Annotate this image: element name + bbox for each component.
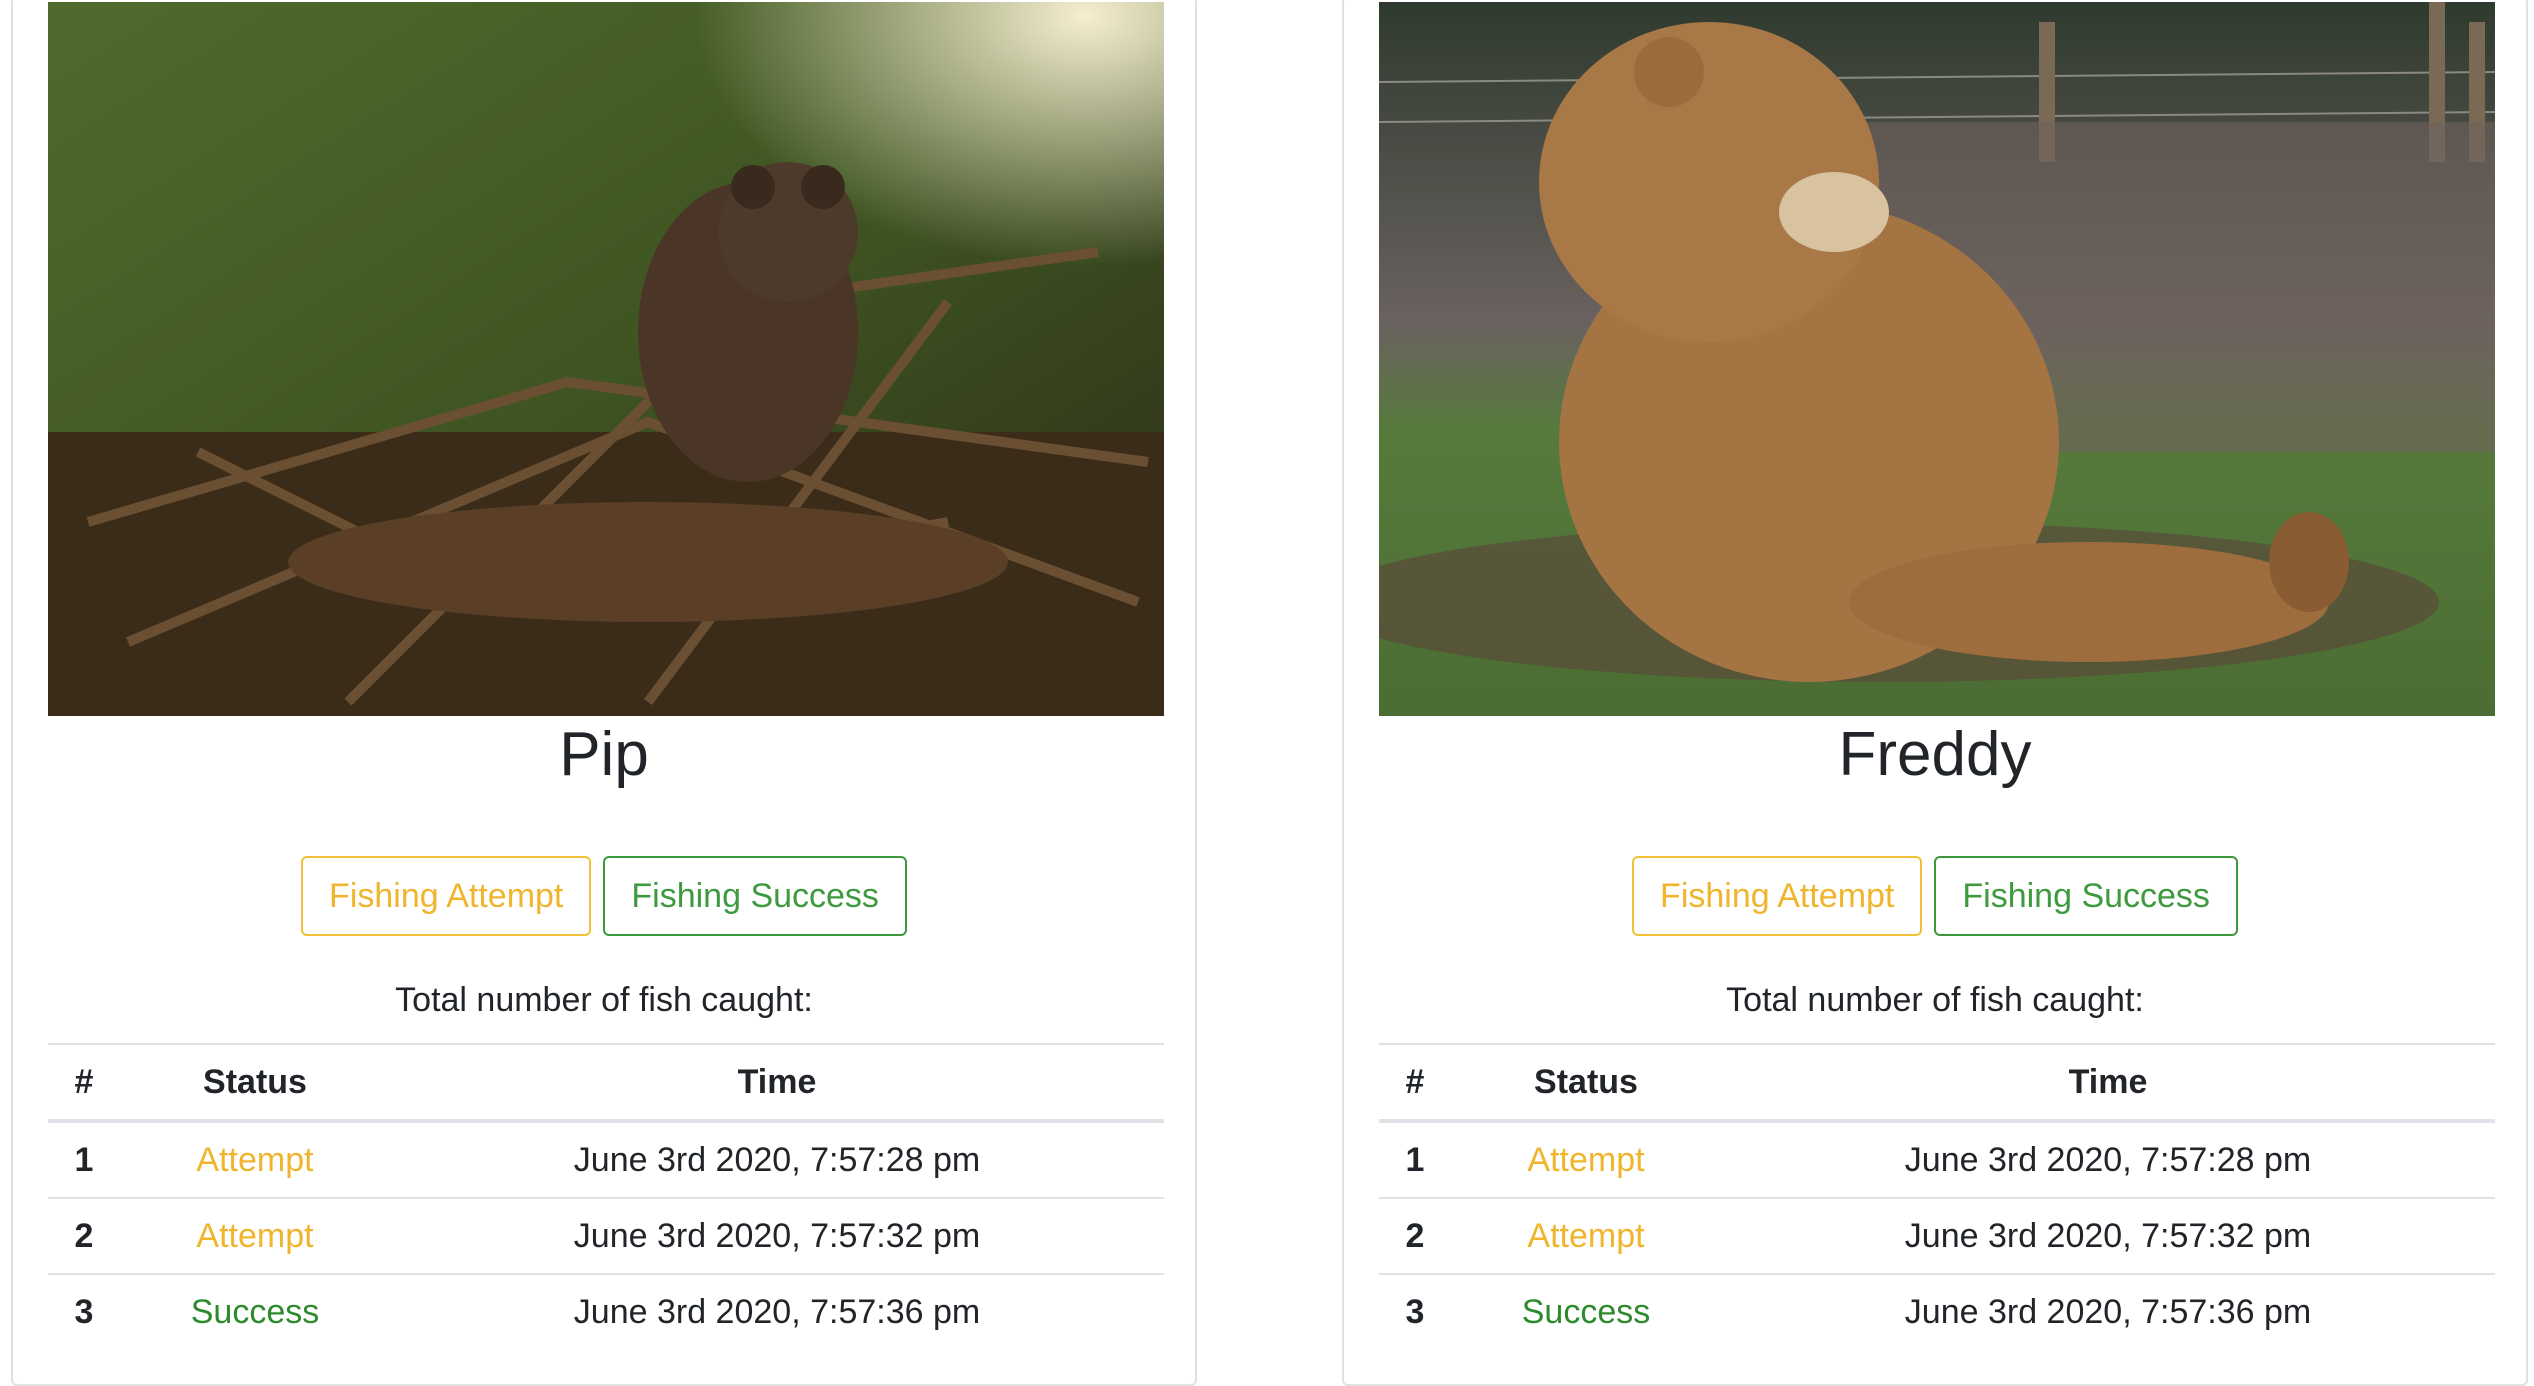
fishing-success-button[interactable]: Fishing Success bbox=[603, 856, 907, 936]
header-num: # bbox=[1379, 1043, 1451, 1123]
table-row: 3 Success June 3rd 2020, 7:57:36 pm bbox=[1379, 1274, 2495, 1349]
header-num: # bbox=[48, 1043, 120, 1123]
bear-name: Pip bbox=[559, 720, 649, 789]
table-header-row: # Status Time bbox=[1379, 1043, 2495, 1123]
row-status: Attempt bbox=[120, 1121, 390, 1199]
bear-card-pip: Pip Fishing Attempt Fishing Success Tota… bbox=[11, 0, 1197, 1386]
row-num: 1 bbox=[48, 1121, 120, 1199]
row-status: Attempt bbox=[120, 1198, 390, 1275]
row-time: June 3rd 2020, 7:57:32 pm bbox=[1721, 1198, 2495, 1275]
table-row: 2 Attempt June 3rd 2020, 7:57:32 pm bbox=[1379, 1198, 2495, 1275]
row-time: June 3rd 2020, 7:57:32 pm bbox=[390, 1198, 1164, 1275]
header-time: Time bbox=[390, 1043, 1164, 1123]
header-time: Time bbox=[1721, 1043, 2495, 1123]
row-num: 2 bbox=[48, 1198, 120, 1275]
fishing-attempt-button[interactable]: Fishing Attempt bbox=[301, 856, 592, 936]
row-status: Attempt bbox=[1451, 1198, 1721, 1275]
fishing-success-button[interactable]: Fishing Success bbox=[1934, 856, 2238, 936]
row-time: June 3rd 2020, 7:57:28 pm bbox=[390, 1121, 1164, 1199]
row-num: 2 bbox=[1379, 1198, 1451, 1275]
total-fish-caught: Total number of fish caught: bbox=[395, 981, 813, 1019]
bear-photo-freddy bbox=[1379, 2, 2495, 716]
table-header-row: # Status Time bbox=[48, 1043, 1164, 1123]
row-num: 3 bbox=[74, 1292, 94, 1331]
row-status: Success bbox=[1521, 1292, 1651, 1331]
bear-name: Freddy bbox=[1838, 720, 2032, 789]
bear-card-freddy: Freddy Fishing Attempt Fishing Success T… bbox=[1342, 0, 2528, 1386]
header-status: Status bbox=[120, 1043, 390, 1123]
total-fish-caught: Total number of fish caught: bbox=[1726, 981, 2144, 1019]
fishing-log-table: # Status Time 1 Attempt June 3rd 2020, 7… bbox=[1379, 1043, 2495, 1349]
header-status: Status bbox=[1451, 1043, 1721, 1123]
row-num: 1 bbox=[1379, 1121, 1451, 1199]
row-time: June 3rd 2020, 7:57:28 pm bbox=[1721, 1121, 2495, 1199]
action-buttons: Fishing Attempt Fishing Success bbox=[13, 856, 1195, 936]
table-row: 2 Attempt June 3rd 2020, 7:57:32 pm bbox=[48, 1198, 1164, 1275]
bear-photo-pip bbox=[48, 2, 1164, 716]
table-row: 1 Attempt June 3rd 2020, 7:57:28 pm bbox=[48, 1121, 1164, 1199]
row-num: 3 bbox=[1405, 1292, 1425, 1331]
row-time: June 3rd 2020, 7:57:36 pm bbox=[1904, 1292, 2312, 1331]
fishing-attempt-button[interactable]: Fishing Attempt bbox=[1632, 856, 1923, 936]
row-time: June 3rd 2020, 7:57:36 pm bbox=[573, 1292, 981, 1331]
row-status: Success bbox=[190, 1292, 320, 1331]
row-status: Attempt bbox=[1451, 1121, 1721, 1199]
table-row: 3 Success June 3rd 2020, 7:57:36 pm bbox=[48, 1274, 1164, 1349]
fishing-log-table: # Status Time 1 Attempt June 3rd 2020, 7… bbox=[48, 1043, 1164, 1349]
action-buttons: Fishing Attempt Fishing Success bbox=[1344, 856, 2526, 936]
table-row: 1 Attempt June 3rd 2020, 7:57:28 pm bbox=[1379, 1121, 2495, 1199]
